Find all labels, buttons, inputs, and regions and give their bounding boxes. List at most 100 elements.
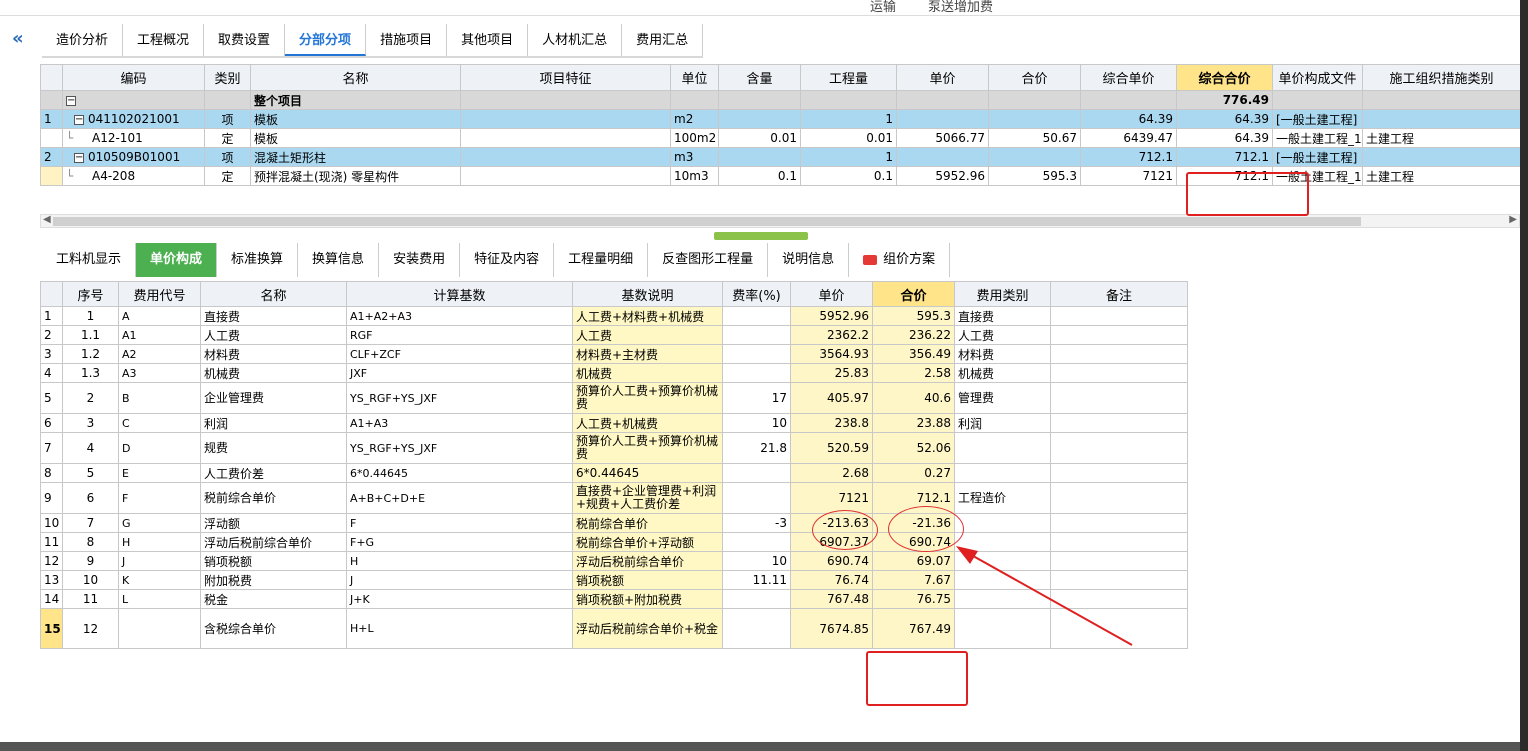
cell-fee-code[interactable]: D [118,432,201,464]
cell-name[interactable]: 预拌混凝土(现浇) 零星构件 [250,166,461,186]
cell-seq[interactable]: 4 [62,432,119,464]
cell-rate[interactable] [722,463,791,483]
col-header-content[interactable]: 含量 [718,64,801,91]
cell-fee-name[interactable]: 税前综合单价 [200,482,347,514]
col-header-measure-category[interactable]: 施工组织措施类别 [1362,64,1521,91]
collapse-panel-icon[interactable]: « [12,28,24,49]
scrollbar-thumb[interactable] [53,217,1361,226]
cell-amount[interactable]: 7.67 [872,570,955,590]
cell-fee-name[interactable]: 利润 [200,413,347,433]
cell-base-desc[interactable]: 直接费+企业管理费+利润+规费+人工费价差 [572,482,723,514]
tab-material-display[interactable]: 工料机显示 [42,243,137,277]
tab-standard-conversion[interactable]: 标准换算 [217,243,299,277]
table-row[interactable]: 10 7 G 浮动额 F 税前综合单价 -3 -213.63 -21.36 [40,513,1188,533]
cell-fee-name[interactable]: 销项税额 [200,551,347,571]
cell-quantity[interactable] [800,90,897,110]
cell-calc-base[interactable]: CLF+ZCF [346,344,573,364]
cell-combined-total[interactable]: 776.49 [1176,90,1273,110]
cell-fee-category[interactable] [954,513,1051,533]
col-header-type[interactable]: 类别 [204,64,251,91]
cell-base-desc[interactable]: 税前综合单价 [572,513,723,533]
table-row[interactable]: 7 4 D 规费 YS_RGF+YS_JXF 预算价人工费+预算价机械费 21.8 520.5… [40,432,1188,464]
cell-fee-name[interactable]: 机械费 [200,363,347,383]
cell-name[interactable]: 模板 [250,109,461,129]
cell-unit-price[interactable]: 405.97 [790,382,873,414]
cell-price[interactable]: 5066.77 [896,128,989,148]
tab-fee-summary[interactable]: 费用汇总 [622,24,704,56]
cell-rate[interactable]: 21.8 [722,432,791,464]
cell-note[interactable] [1050,463,1188,483]
cell-fee-code[interactable]: B [118,382,201,414]
cell-unit[interactable]: m2 [670,109,719,129]
cell-feature[interactable] [460,109,671,129]
cell-fee-name[interactable]: 附加税费 [200,570,347,590]
cell-calc-base[interactable]: A+B+C+D+E [346,482,573,514]
cell-seq[interactable]: 7 [62,513,119,533]
cell-rate[interactable] [722,482,791,514]
cell-fee-category[interactable]: 材料费 [954,344,1051,364]
table-row[interactable]: 6 3 C 利润 A1+A3 人工费+机械费 10 238.8 23.88 利润 [40,413,1188,433]
cell-unit[interactable] [670,90,719,110]
cell-code[interactable]: └ A4-208 [62,166,205,186]
cell-code[interactable]: └ A12-101 [62,128,205,148]
tab-install-fee[interactable]: 安装费用 [379,243,461,277]
cell-name[interactable]: 模板 [250,128,461,148]
cell-base-desc[interactable]: 销项税额+附加税费 [572,589,723,609]
cell-seq[interactable]: 9 [62,551,119,571]
cell-rate[interactable]: 10 [722,551,791,571]
cell-amount[interactable]: 40.6 [872,382,955,414]
cell-price[interactable] [896,90,989,110]
col-header-quantity[interactable]: 工程量 [800,64,897,91]
cell-amount[interactable]: 690.74 [872,532,955,552]
cell-quantity[interactable]: 0.1 [800,166,897,186]
scroll-right-icon[interactable]: ▶ [1509,214,1517,225]
cell-content[interactable]: 0.1 [718,166,801,186]
cell-seq[interactable]: 1.3 [62,363,119,383]
cell-fee-name[interactable]: 税金 [200,589,347,609]
col-header-fee-name[interactable]: 名称 [200,281,347,307]
col-header-name[interactable]: 名称 [250,64,461,91]
cell-measure-category[interactable] [1362,147,1521,167]
cell-fee-code[interactable]: A3 [118,363,201,383]
cell-fee-code[interactable]: J [118,551,201,571]
top-item-pump-fee[interactable]: 泵送增加费 [928,0,993,15]
col-header-combined-total[interactable]: 综合合价 [1176,64,1273,91]
cell-note[interactable] [1050,482,1188,514]
tab-project-overview[interactable]: 工程概况 [123,24,205,56]
cell-note[interactable] [1050,413,1188,433]
tab-unit-price-composition[interactable]: 单价构成 [136,243,218,277]
table-row[interactable]: 1 −041102021001 项 模板 m2 1 64.39 64.39 [一… [40,109,1521,129]
cell-rate[interactable] [722,306,791,326]
cell-fee-name[interactable]: 含税综合单价 [200,608,347,649]
cell-unit-price[interactable]: 690.74 [790,551,873,571]
cell-fee-code[interactable]: H [118,532,201,552]
table-row[interactable]: 2 −010509B01001 项 混凝土矩形柱 m3 1 712.1 712.… [40,147,1521,167]
cell-code[interactable]: −041102021001 [62,109,205,129]
cell-calc-base[interactable]: F [346,513,573,533]
tab-pricing-plan[interactable]: 组价方案 [849,243,951,277]
cell-rate[interactable] [722,608,791,649]
table-row[interactable]: 8 5 E 人工费价差 6*0.44645 6*0.44645 2.68 0.27 [40,463,1188,483]
cell-fee-category[interactable]: 利润 [954,413,1051,433]
cell-calc-base[interactable]: A1+A2+A3 [346,306,573,326]
cell-fee-name[interactable]: 人工费价差 [200,463,347,483]
cell-note[interactable] [1050,432,1188,464]
cell-unit-price[interactable]: 2362.2 [790,325,873,345]
cell-feature[interactable] [460,90,671,110]
cell-base-desc[interactable]: 浮动后税前综合单价+税金 [572,608,723,649]
cell-total[interactable]: 595.3 [988,166,1081,186]
cell-fee-code[interactable] [118,608,201,649]
cell-fee-category[interactable] [954,589,1051,609]
cell-base-desc[interactable]: 人工费+材料费+机械费 [572,306,723,326]
col-header-unit[interactable]: 单位 [670,64,719,91]
cell-note[interactable] [1050,513,1188,533]
cell-content[interactable] [718,147,801,167]
table-row[interactable]: 11 8 H 浮动后税前综合单价 F+G 税前综合单价+浮动额 6907.37 690.74 [40,532,1188,552]
cell-fee-code[interactable]: A [118,306,201,326]
tab-measures[interactable]: 措施项目 [366,24,448,56]
cell-base-desc[interactable]: 材料费+主材费 [572,344,723,364]
cell-amount[interactable]: -21.36 [872,513,955,533]
cell-rate[interactable]: -3 [722,513,791,533]
cell-calc-base[interactable]: J [346,570,573,590]
cell-amount[interactable]: 595.3 [872,306,955,326]
